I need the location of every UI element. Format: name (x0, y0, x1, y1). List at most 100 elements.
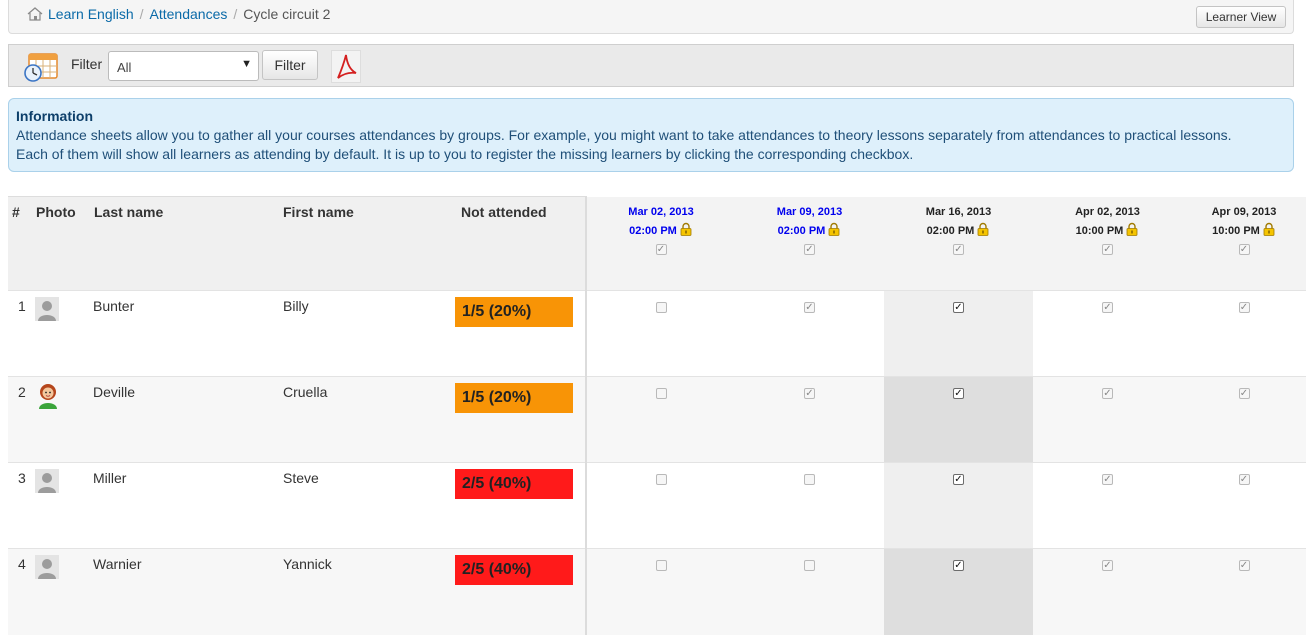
time-text: 10:00 PM (1212, 225, 1260, 237)
user-avatar (39, 384, 57, 409)
first-name-cell: Cruella (275, 376, 452, 463)
attendance-checkbox[interactable]: ✓ (1238, 474, 1250, 485)
first-name-cell: Billy (275, 290, 452, 377)
attendance-table: # Photo Last name First name Not attende… (8, 196, 1306, 635)
not-attended-cell: 1/5 (20%) (452, 376, 587, 463)
attendance-checkbox[interactable] (655, 302, 667, 313)
breadcrumb-bar: Learn English / Attendances / Cycle circ… (8, 0, 1294, 34)
lock-icon[interactable] (827, 222, 841, 236)
attendance-cell: ✓ (884, 376, 1033, 463)
chevron-down-icon: ▼ (241, 58, 252, 70)
attendance-checkbox[interactable]: ✓ (1102, 560, 1113, 571)
column-checkbox[interactable]: ✓ (655, 244, 667, 255)
attendance-cell: ✓ (1033, 290, 1182, 377)
toolbar: Filter All ▼ Filter (8, 44, 1294, 87)
attendance-cell: ✓ (884, 462, 1033, 549)
not-attended-badge: 1/5 (20%) (455, 297, 573, 327)
not-attended-cell: 2/5 (40%) (452, 462, 587, 549)
calendar-clock-icon[interactable] (23, 51, 59, 83)
table-row: 4 Warnier Yannick 2/5 (40%) ✓ ✓ ✓ (8, 548, 1306, 635)
photo-cell (28, 548, 86, 635)
user-avatar (35, 469, 59, 493)
breadcrumb: Learn English / Attendances / Cycle circ… (27, 6, 330, 22)
last-name-cell: Warnier (86, 548, 275, 635)
attendance-cell: ✓ (1182, 376, 1306, 463)
info-text-line1: Attendance sheets allow you to gather al… (16, 127, 1232, 143)
attendance-cell: ✓ (1182, 462, 1306, 549)
filter-select[interactable]: All ▼ (108, 51, 259, 81)
lock-icon[interactable] (1125, 222, 1139, 236)
filter-select-value: All (117, 60, 132, 75)
attendance-checkbox[interactable]: ✓ (1238, 388, 1250, 399)
attendance-checkbox[interactable]: ✓ (953, 474, 964, 485)
attendance-checkbox[interactable]: ✓ (1102, 388, 1113, 399)
attendance-checkbox[interactable] (804, 474, 815, 485)
date-label[interactable]: Mar 02, 2013 (587, 203, 735, 222)
home-icon[interactable] (27, 7, 43, 21)
attendance-checkbox[interactable] (655, 474, 667, 485)
table-header-row: # Photo Last name First name Not attende… (8, 196, 1306, 291)
column-header-first-name[interactable]: First name (275, 196, 452, 291)
attendance-checkbox[interactable] (655, 388, 667, 399)
pdf-export-icon[interactable] (331, 50, 361, 83)
attendance-checkbox[interactable]: ✓ (953, 302, 964, 313)
row-number: 2 (8, 376, 28, 463)
lock-icon[interactable] (1262, 222, 1276, 236)
attendance-checkbox[interactable] (804, 560, 815, 571)
breadcrumb-link-course[interactable]: Learn English (48, 6, 134, 22)
attendance-cell: ✓ (1033, 548, 1182, 635)
info-title: Information (16, 108, 93, 124)
attendance-cell: ✓ (1182, 290, 1306, 377)
first-name-cell: Steve (275, 462, 452, 549)
row-number: 1 (8, 290, 28, 377)
attendance-cell (586, 548, 735, 635)
lock-icon[interactable] (679, 222, 693, 236)
learner-view-button[interactable]: Learner View (1196, 6, 1286, 28)
column-checkbox[interactable]: ✓ (1238, 244, 1250, 255)
column-checkbox[interactable]: ✓ (953, 244, 964, 255)
not-attended-cell: 1/5 (20%) (452, 290, 587, 377)
date-label: Apr 09, 2013 (1211, 206, 1277, 218)
date-column-header: Mar 16, 2013 02:00 PM ✓ (884, 196, 1033, 291)
date-column-header: Apr 09, 2013 10:00 PM ✓ (1182, 196, 1306, 291)
attendance-checkbox[interactable]: ✓ (804, 388, 815, 399)
attendance-cell: ✓ (735, 376, 884, 463)
attendance-cell (586, 376, 735, 463)
table-row: 1 Bunter Billy 1/5 (20%) ✓ ✓ ✓ ✓ (8, 290, 1306, 377)
user-avatar (35, 297, 59, 321)
time-label: 10:00 PM (1033, 222, 1182, 241)
date-column-header: Mar 09, 2013 02:00 PM ✓ (735, 196, 884, 291)
table-row: 3 Miller Steve 2/5 (40%) ✓ ✓ ✓ (8, 462, 1306, 549)
date-column-header: Apr 02, 2013 10:00 PM ✓ (1033, 196, 1182, 291)
breadcrumb-link-attendances[interactable]: Attendances (150, 6, 228, 22)
attendance-cell: ✓ (884, 290, 1033, 377)
attendance-checkbox[interactable]: ✓ (953, 388, 964, 399)
attendance-checkbox[interactable]: ✓ (804, 302, 815, 313)
first-name-cell: Yannick (275, 548, 452, 635)
attendance-cell: ✓ (1182, 548, 1306, 635)
attendance-checkbox[interactable]: ✓ (953, 560, 964, 571)
last-name-cell: Deville (86, 376, 275, 463)
attendance-checkbox[interactable] (655, 560, 667, 571)
attendance-cell (735, 548, 884, 635)
attendance-cell (735, 462, 884, 549)
lock-icon[interactable] (976, 222, 990, 236)
time-text: 10:00 PM (1075, 225, 1124, 237)
filter-button[interactable]: Filter (262, 50, 318, 80)
column-checkbox[interactable]: ✓ (1102, 244, 1113, 255)
date-label[interactable]: Mar 09, 2013 (735, 203, 884, 222)
attendance-checkbox[interactable]: ✓ (1102, 302, 1113, 313)
date-label: Mar 16, 2013 (925, 206, 992, 218)
column-checkbox[interactable]: ✓ (804, 244, 815, 255)
column-header-not-attended: Not attended (452, 196, 587, 291)
last-name-cell: Miller (86, 462, 275, 549)
column-header-last-name[interactable]: Last name (86, 196, 275, 291)
last-name-cell: Bunter (86, 290, 275, 377)
attendance-checkbox[interactable]: ✓ (1102, 474, 1113, 485)
row-number: 4 (8, 548, 28, 635)
user-avatar (35, 555, 59, 579)
column-header-num: # (8, 196, 28, 291)
attendance-checkbox[interactable]: ✓ (1238, 302, 1250, 313)
time-label: 02:00 PM (735, 222, 884, 241)
attendance-checkbox[interactable]: ✓ (1238, 560, 1250, 571)
